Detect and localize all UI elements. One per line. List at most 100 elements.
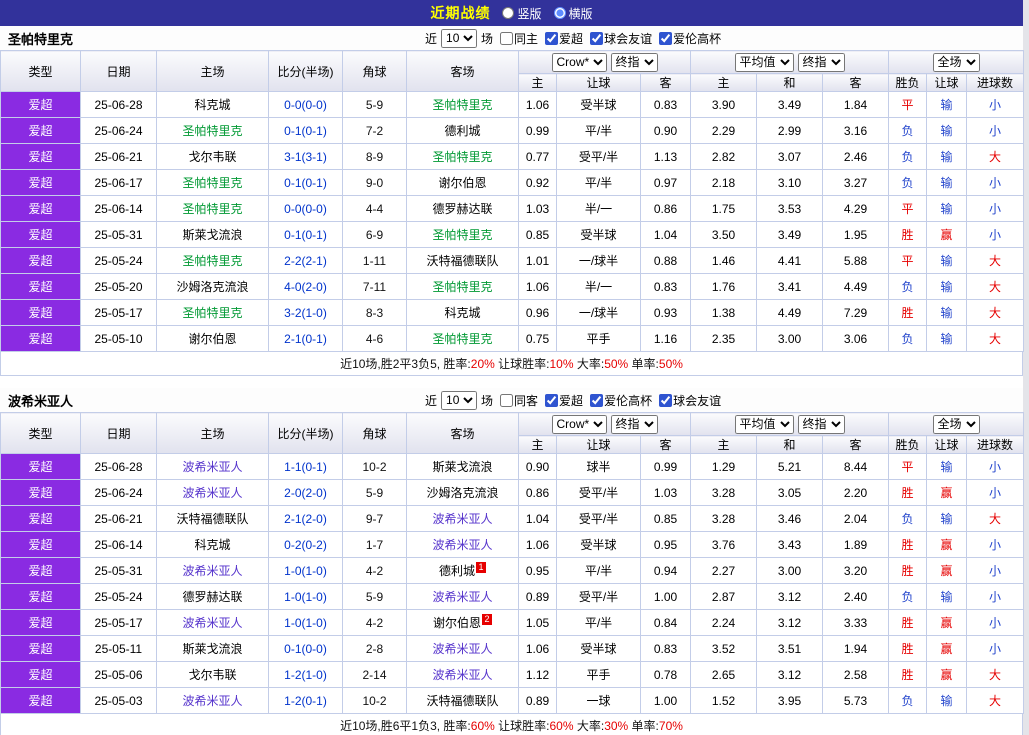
avg-source-select[interactable]: 平均值 — [734, 52, 794, 72]
filter-checkbox-input[interactable] — [659, 31, 673, 45]
filter-checkbox-3[interactable]: 球会友谊 — [654, 392, 721, 409]
result-cell: 负 — [888, 117, 928, 144]
team-section-1: 圣帕特里克近 10 场同主 爱超 球会友谊 爱伦高杯 类型 日期 主场 比分(半场) 角球 客场 Cro… — [0, 26, 1025, 376]
subcolumn-header: 让球 — [556, 435, 641, 454]
odds-away-cell: 0.83 — [640, 635, 691, 662]
odds-home-cell: 0.89 — [518, 583, 557, 610]
score-cell: 0-0(0-0) — [268, 91, 343, 118]
header-row-groups: 类型 日期 主场 比分(半场) 角球 客场 Crow* 终指 平均值 终指 全场 — [0, 50, 1025, 92]
avg-odds-type-select[interactable]: 终指 — [797, 414, 845, 434]
league-badge-cell: 爱超 — [0, 635, 81, 662]
filter-checkbox-input[interactable] — [500, 393, 514, 407]
layout-option-vertical[interactable]: 竖版 — [502, 5, 542, 22]
filter-checkbox-1[interactable]: 爱超 — [540, 392, 583, 409]
filter-checkbox-2[interactable]: 爱伦高杯 — [585, 392, 652, 409]
filter-checkbox-input[interactable] — [590, 31, 604, 45]
avg-home-cell: 3.28 — [690, 505, 757, 532]
summary-part: 让球胜率: — [494, 357, 550, 371]
match-scope-select[interactable]: 全场 — [932, 52, 980, 72]
vertical-radio[interactable] — [502, 7, 515, 19]
team-name-text: 沃特福德联队 — [426, 694, 499, 708]
avg-away-cell: 3.27 — [821, 169, 890, 196]
filter-checkbox-input[interactable] — [500, 31, 514, 45]
filter-checkbox-input[interactable] — [545, 393, 559, 407]
topbar: 近期战绩 竖版 横版 — [0, 0, 1023, 26]
odds-type-select[interactable]: 终指 — [610, 414, 658, 434]
handicap-cell: 平/半 — [556, 557, 641, 584]
filter-checkbox-input[interactable] — [545, 31, 559, 45]
bookmaker-select[interactable]: Crow* — [551, 52, 607, 72]
odds-home-cell: 0.92 — [518, 169, 557, 196]
recent-count-select[interactable]: 10 — [441, 390, 478, 410]
avg-source-select[interactable]: 平均值 — [734, 414, 794, 434]
layout-option-horizontal[interactable]: 横版 — [553, 5, 593, 22]
filter-checkbox-input[interactable] — [659, 393, 673, 407]
goals-cell: 大 — [966, 247, 1025, 274]
odds-home-cell: 1.12 — [518, 661, 557, 688]
handicap-result-cell: 输 — [926, 91, 968, 118]
goals-cell: 小 — [966, 169, 1025, 196]
table-row: 爱超 25-06-17 圣帕特里克 0-1(0-1) 9-0 谢尔伯恩 0.92 平/半 0.9… — [0, 169, 1025, 196]
away-team-cell: 科克城 — [406, 299, 519, 326]
filter-checkbox-0[interactable]: 同主 — [495, 30, 538, 47]
avg-draw-cell: 3.00 — [756, 557, 823, 584]
subcolumn-header: 主 — [518, 435, 557, 454]
handicap-result-cell: 输 — [926, 299, 968, 326]
games-label: 场 — [481, 393, 494, 408]
filter-checkbox-input[interactable] — [590, 393, 604, 407]
results-table: 类型 日期 主场 比分(半场) 角球 客场 Crow* 终指 平均值 终指 全场主让球客主和客胜负让… — [0, 50, 1025, 352]
result-cell: 负 — [888, 583, 928, 610]
avg-home-cell: 1.46 — [690, 247, 757, 274]
corners-cell: 8-9 — [342, 143, 407, 170]
recent-count-select[interactable]: 10 — [441, 28, 478, 48]
team-name-text: 德利城 — [438, 564, 475, 578]
handicap-cell: 受平/半 — [556, 505, 641, 532]
corners-cell: 4-6 — [342, 325, 407, 352]
corners-cell: 10-2 — [342, 453, 407, 480]
table-row: 爱超 25-06-24 波希米亚人 2-0(2-0) 5-9 沙姆洛克流浪 0.86 受平/半… — [0, 479, 1025, 506]
avg-home-cell: 2.29 — [690, 117, 757, 144]
handicap-result-cell: 输 — [926, 505, 968, 532]
odds-away-cell: 0.78 — [640, 661, 691, 688]
subcolumn-header: 客 — [640, 435, 691, 454]
avg-away-cell: 1.89 — [821, 531, 890, 558]
home-team-cell: 波希米亚人 — [156, 453, 269, 480]
horizontal-radio[interactable] — [553, 7, 566, 19]
odds-group-header: Crow* 终指 — [518, 412, 691, 436]
team-name-text: 谢尔伯恩 — [188, 332, 237, 346]
odds-type-select[interactable]: 终指 — [610, 52, 658, 72]
handicap-result-cell: 赢 — [926, 531, 968, 558]
corners-cell: 5-9 — [342, 479, 407, 506]
team-name-text: 斯莱戈流浪 — [432, 460, 493, 474]
summary-part: 让球胜率: — [494, 719, 550, 733]
corners-cell: 7-2 — [342, 117, 407, 144]
avg-home-cell: 2.27 — [690, 557, 757, 584]
score-cell: 2-1(0-1) — [268, 325, 343, 352]
avg-draw-cell: 2.99 — [756, 117, 823, 144]
bookmaker-select[interactable]: Crow* — [551, 414, 607, 434]
corners-cell: 8-3 — [342, 299, 407, 326]
team-name-text: 德罗赫达联 — [182, 590, 243, 604]
table-row: 爱超 25-05-10 谢尔伯恩 2-1(0-1) 4-6 圣帕特里克 0.75 平手 1.16… — [0, 325, 1025, 352]
team-header-row: 圣帕特里克 近 10 场 同主 爱超 球会友谊 爱伦高杯 — [0, 26, 1023, 50]
filter-checkbox-3[interactable]: 爱伦高杯 — [654, 30, 721, 47]
odds-away-cell: 1.03 — [640, 479, 691, 506]
corners-cell: 5-9 — [342, 91, 407, 118]
result-cell: 负 — [888, 169, 928, 196]
summary-part: 大率: — [573, 357, 605, 371]
avg-draw-cell: 3.12 — [756, 609, 823, 636]
home-team-cell: 戈尔韦联 — [156, 661, 269, 688]
checkbox-label: 球会友谊 — [604, 31, 653, 46]
match-scope-select[interactable]: 全场 — [932, 414, 980, 434]
date-cell: 25-06-28 — [80, 453, 157, 480]
league-badge-cell: 爱超 — [0, 325, 81, 352]
filter-checkbox-2[interactable]: 球会友谊 — [585, 30, 652, 47]
odds-away-cell: 0.86 — [640, 195, 691, 222]
avg-home-cell: 2.82 — [690, 143, 757, 170]
result-cell: 负 — [888, 325, 928, 352]
filter-checkbox-1[interactable]: 爱超 — [540, 30, 583, 47]
focus-team-name: 圣帕特里克 — [182, 202, 243, 216]
avg-odds-type-select[interactable]: 终指 — [797, 52, 845, 72]
filter-checkbox-0[interactable]: 同客 — [495, 392, 538, 409]
team-name-text: 谢尔伯恩 — [432, 616, 481, 630]
